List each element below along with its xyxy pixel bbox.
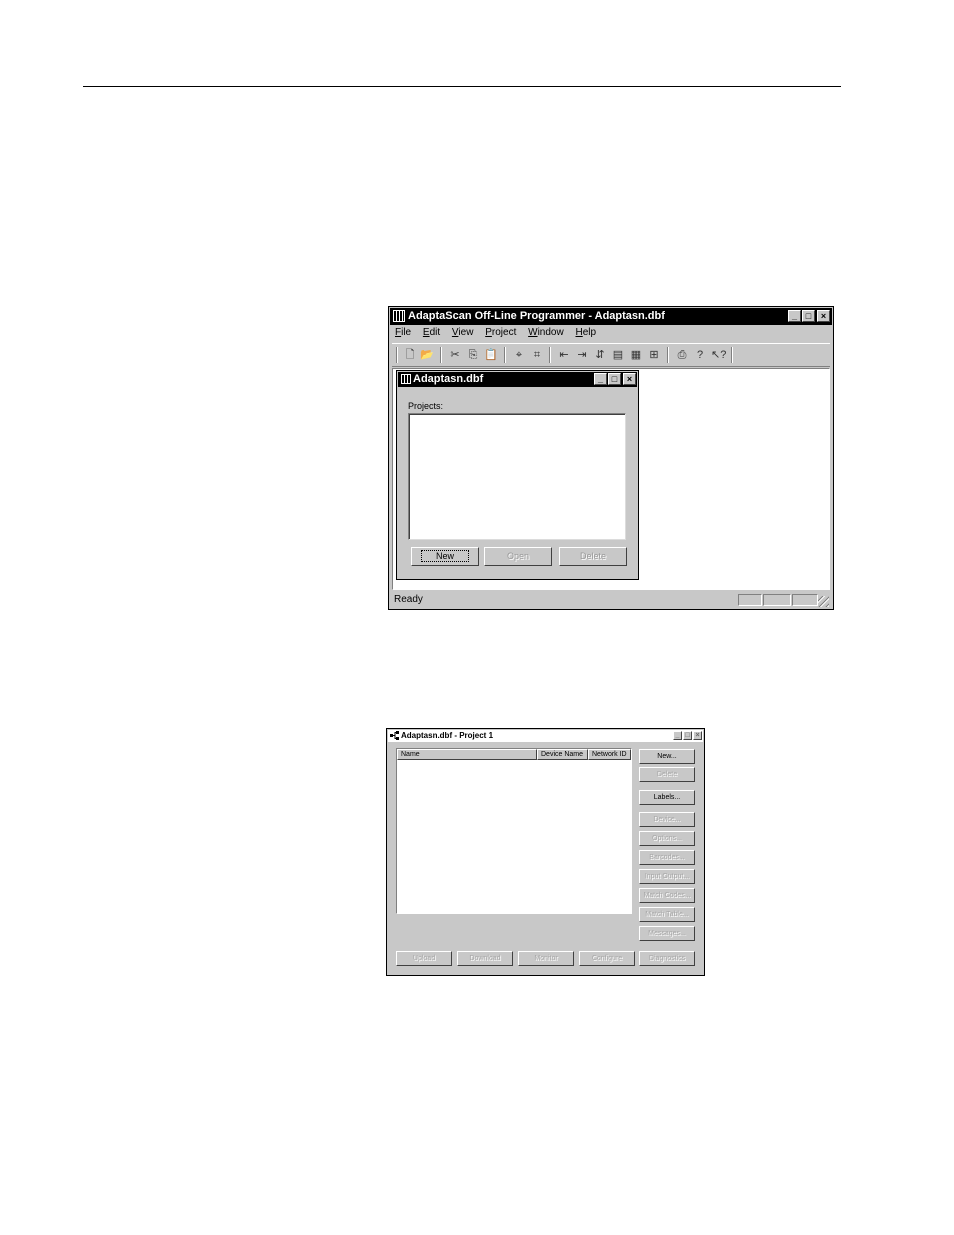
projects-list[interactable] bbox=[408, 413, 626, 540]
status-panel bbox=[738, 594, 762, 606]
paste-icon[interactable]: 📋 bbox=[484, 349, 498, 361]
close-icon[interactable]: × bbox=[693, 731, 702, 740]
page-header-rule bbox=[83, 86, 841, 87]
help-icon[interactable]: ? bbox=[693, 349, 707, 361]
toolbar-separator bbox=[440, 347, 442, 363]
new-document-icon[interactable]: 🗋 bbox=[403, 349, 417, 361]
match-table-button[interactable]: Match Table... bbox=[639, 907, 695, 922]
context-help-icon[interactable]: ↖? bbox=[711, 349, 726, 361]
toolbar: 🗋 📂 ✂ ⎘ 📋 ⌖ ⌗ ⇤ ⇥ ⇵ ▤ ▦ ⊞ ⎙ ? ↖? bbox=[392, 343, 830, 367]
menu-project[interactable]: Project bbox=[485, 327, 516, 338]
menu-window[interactable]: Window bbox=[528, 327, 564, 338]
close-icon[interactable]: × bbox=[817, 310, 830, 322]
status-panel bbox=[763, 594, 791, 606]
projects-label: Projects: bbox=[408, 401, 444, 411]
status-bar: Ready bbox=[392, 592, 830, 608]
mdi-client-area: Adaptasn.dbf _ □ × Projects: New Open De… bbox=[392, 368, 830, 590]
menu-help[interactable]: Help bbox=[576, 327, 597, 338]
new-device-button[interactable]: New... bbox=[639, 749, 695, 764]
menu-edit[interactable]: Edit bbox=[423, 327, 440, 338]
main-app-window: AdaptaScan Off-Line Programmer - Adaptas… bbox=[388, 306, 834, 610]
display-icon[interactable]: ▦ bbox=[629, 349, 643, 361]
device-window-title: Adaptasn.dbf - Project 1 bbox=[401, 731, 494, 740]
minimize-icon[interactable]: _ bbox=[788, 310, 801, 322]
status-panel bbox=[792, 594, 818, 606]
status-text: Ready bbox=[394, 594, 423, 605]
toolbar-separator bbox=[731, 347, 733, 363]
monitor-button[interactable]: Monitor bbox=[518, 951, 574, 966]
open-folder-icon[interactable]: 📂 bbox=[420, 349, 434, 361]
network-icon[interactable]: ⌖ bbox=[512, 349, 526, 361]
configure-button[interactable]: Configure bbox=[579, 951, 635, 966]
column-header-device-name[interactable]: Device Name bbox=[537, 749, 588, 760]
close-icon[interactable]: × bbox=[623, 373, 636, 385]
resize-grip-icon[interactable] bbox=[818, 596, 829, 607]
device-list[interactable]: Name Device Name Network ID bbox=[396, 748, 632, 914]
maximize-icon[interactable]: □ bbox=[608, 373, 621, 385]
toolbar-separator bbox=[396, 347, 398, 363]
projects-window-title: Adaptasn.dbf bbox=[413, 373, 484, 385]
upload-button[interactable]: Upload bbox=[396, 951, 452, 966]
barcodes-button[interactable]: Barcodes... bbox=[639, 850, 695, 865]
options-button[interactable]: Options... bbox=[639, 831, 695, 846]
new-project-button[interactable]: New bbox=[411, 547, 479, 566]
print-icon[interactable]: ⎙ bbox=[675, 349, 689, 361]
main-title-bar[interactable]: AdaptaScan Off-Line Programmer - Adaptas… bbox=[390, 308, 832, 325]
download-icon[interactable]: ⇥ bbox=[575, 349, 589, 361]
projects-window: Adaptasn.dbf _ □ × Projects: New Open De… bbox=[396, 370, 639, 580]
menu-view[interactable]: View bbox=[452, 327, 474, 338]
menu-bar: File Edit View Project Window Help bbox=[395, 327, 605, 341]
maximize-icon[interactable]: □ bbox=[802, 310, 815, 322]
minimize-icon[interactable]: _ bbox=[673, 731, 682, 740]
copy-icon[interactable]: ⎘ bbox=[466, 349, 480, 361]
menu-file[interactable]: File bbox=[395, 327, 411, 338]
device-button[interactable]: Device... bbox=[639, 812, 695, 827]
toolbar-separator bbox=[504, 347, 506, 363]
column-header-network-id[interactable]: Network ID bbox=[588, 749, 631, 760]
device-window: Adaptasn.dbf - Project 1 _ □ × Name Devi… bbox=[386, 728, 705, 976]
main-window-title: AdaptaScan Off-Line Programmer - Adaptas… bbox=[408, 310, 665, 322]
toolbar-separator bbox=[667, 347, 669, 363]
upload-icon[interactable]: ⇤ bbox=[557, 349, 571, 361]
toolbar-separator bbox=[549, 347, 551, 363]
maximize-icon[interactable]: □ bbox=[683, 731, 692, 740]
device-title-bar[interactable]: Adaptasn.dbf - Project 1 _ □ × bbox=[388, 730, 703, 742]
messages-button[interactable]: Messages... bbox=[639, 926, 695, 941]
open-project-button[interactable]: Open bbox=[484, 547, 552, 566]
download-button[interactable]: Download bbox=[457, 951, 513, 966]
network-icon bbox=[390, 731, 399, 740]
compare-icon[interactable]: ⊞ bbox=[647, 349, 661, 361]
delete-project-button[interactable]: Delete bbox=[559, 547, 627, 566]
projects-title-bar[interactable]: Adaptasn.dbf _ □ × bbox=[398, 372, 637, 387]
input-output-button[interactable]: Input Output... bbox=[639, 869, 695, 884]
labels-button[interactable]: Labels... bbox=[639, 790, 695, 805]
minimize-icon[interactable]: _ bbox=[594, 373, 607, 385]
transfer-icon[interactable]: ⇵ bbox=[593, 349, 607, 361]
match-codes-button[interactable]: Match Codes... bbox=[639, 888, 695, 903]
network-config-icon[interactable]: ⌗ bbox=[530, 349, 544, 361]
cut-icon[interactable]: ✂ bbox=[448, 349, 462, 361]
diagnostics-button[interactable]: Diagnostics bbox=[639, 951, 695, 966]
monitor-icon[interactable]: ▤ bbox=[611, 349, 625, 361]
delete-device-button[interactable]: Delete bbox=[639, 767, 695, 782]
app-logo-icon bbox=[393, 310, 405, 322]
database-icon bbox=[401, 374, 411, 384]
column-header-name[interactable]: Name bbox=[397, 749, 537, 760]
